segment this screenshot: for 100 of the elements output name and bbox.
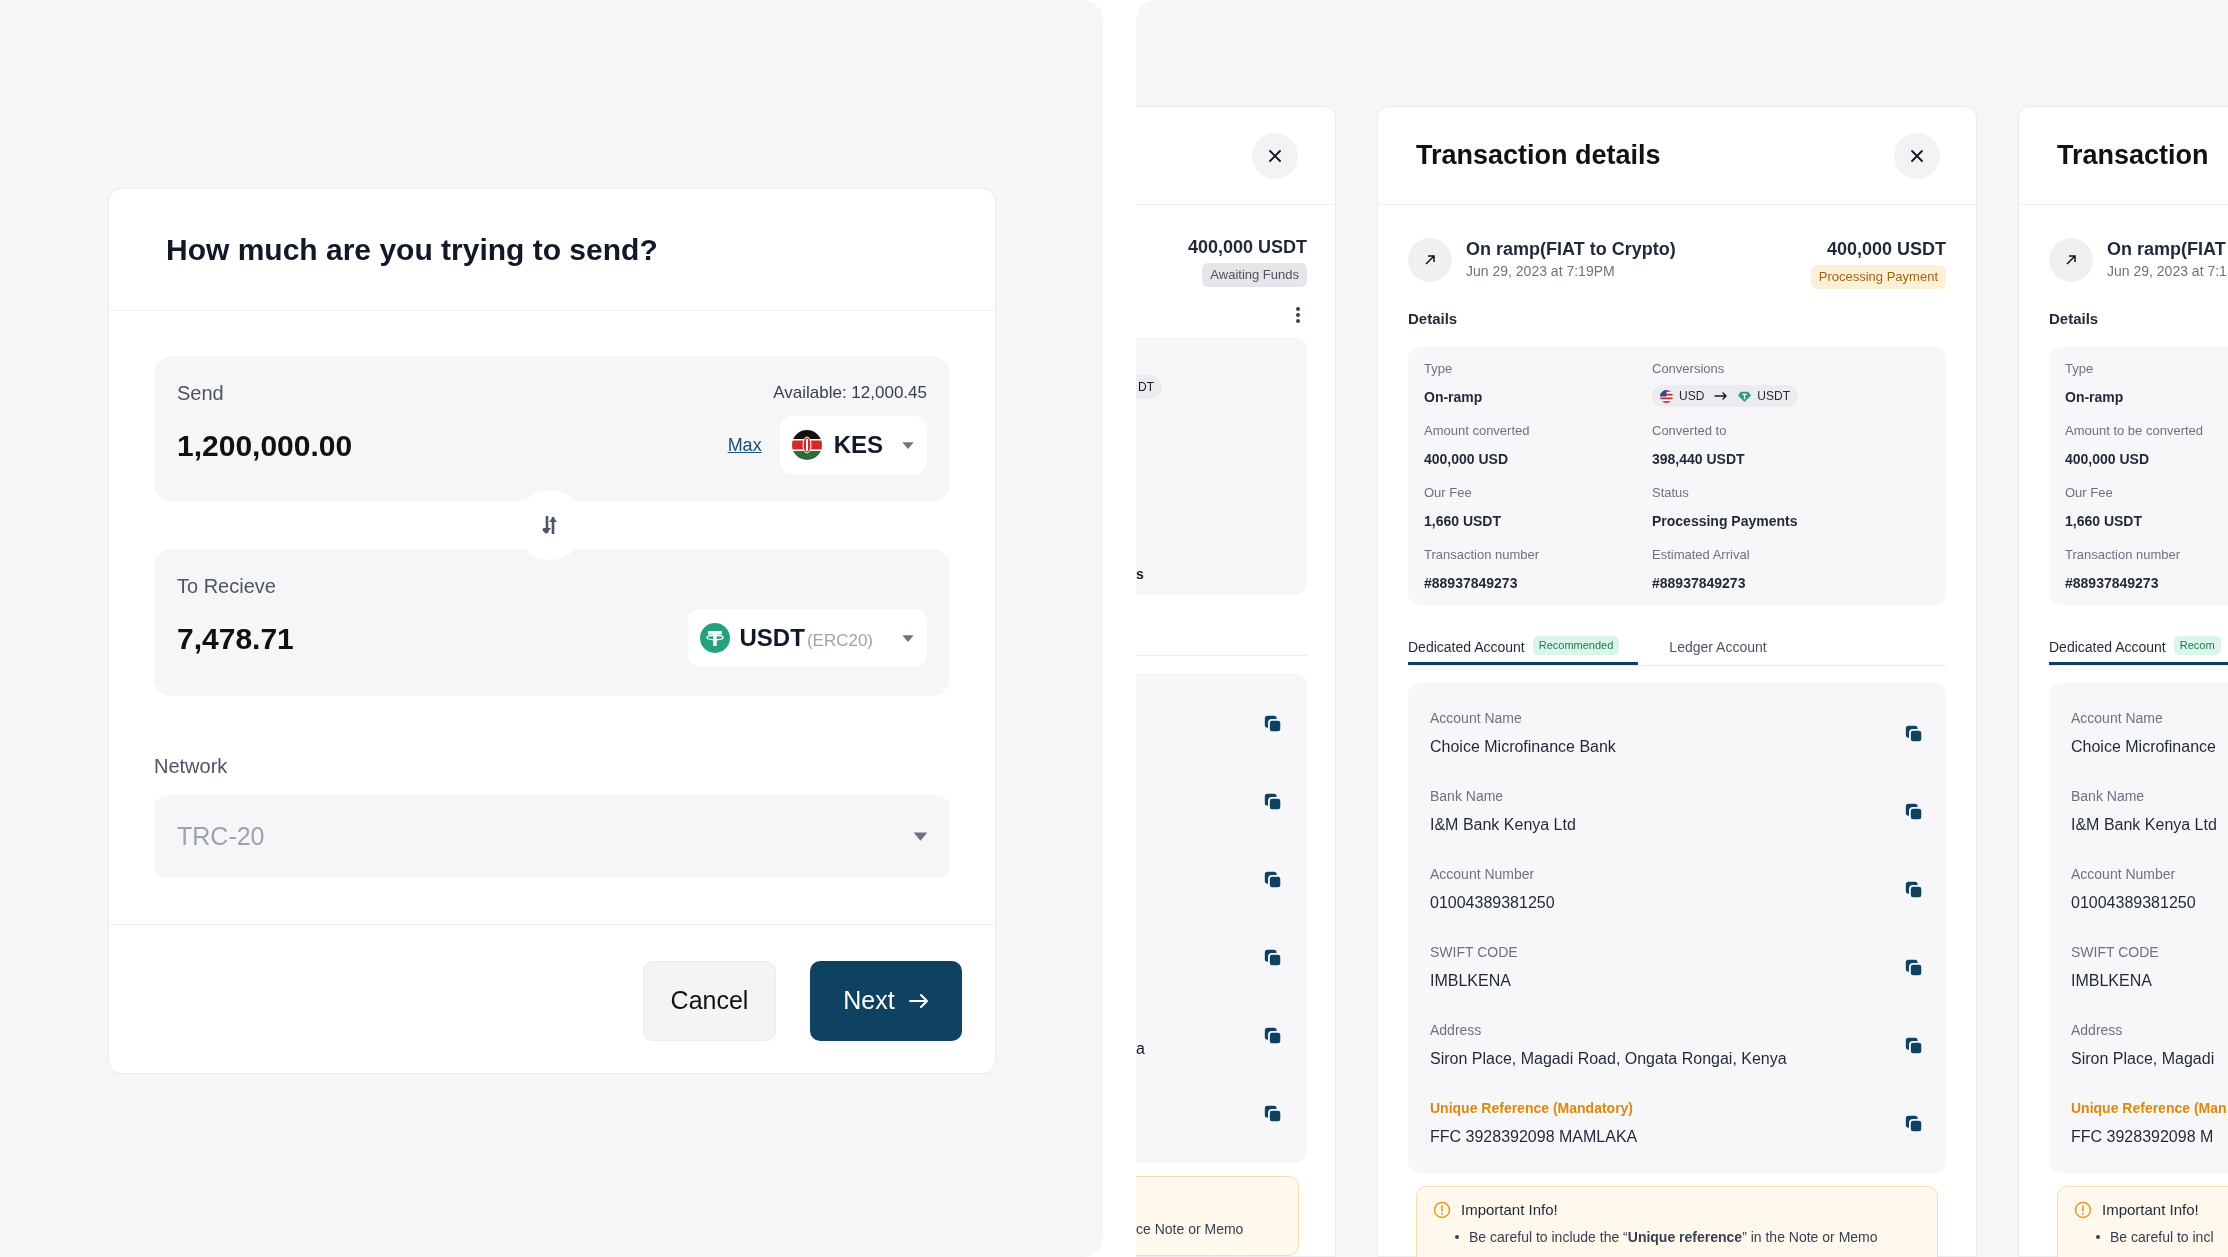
detail-label: Converted to <box>1652 422 1728 440</box>
copy-icon[interactable] <box>1904 1036 1924 1056</box>
transaction-title: On ramp(FIAT to Crypto) <box>1466 238 1676 261</box>
tab[interactable]: Dedicated Account Recom <box>2049 637 2228 665</box>
currency-code: KES <box>833 430 883 460</box>
detail-value: 398,440 USDT <box>1652 450 1746 469</box>
arrow-right-icon <box>908 994 929 1008</box>
amount-value: 400,000 USDT <box>1826 238 1946 261</box>
copy-icon[interactable] <box>1904 802 1924 822</box>
cancel-button[interactable]: Cancel <box>643 961 776 1041</box>
warning-icon <box>2074 1201 2092 1220</box>
field-value: IMBLKENA <box>2071 971 2153 991</box>
bullet-icon <box>2096 1235 2100 1239</box>
detail-label: Estimated Arrival <box>1652 546 1751 564</box>
detail-value: Processing Payments <box>1652 512 1799 531</box>
field-label: SWIFT CODE <box>1430 943 1518 961</box>
field-value: FFC 3928392098 MAMLAKA <box>1430 1127 1638 1147</box>
warning-icon <box>1433 1201 1451 1220</box>
copy-icon[interactable] <box>1263 713 1283 734</box>
copy-icon[interactable] <box>1904 1114 1924 1134</box>
detail-value: 400,000 USD <box>1424 450 1510 469</box>
bullet-icon <box>1455 1235 1459 1239</box>
field-value: FFC 3928392098 M <box>2071 1127 2215 1147</box>
currency-select[interactable]: KES <box>779 416 927 474</box>
detail-value: 1,660 USDT <box>1424 512 1503 531</box>
field-label: Account Name <box>2071 709 2164 727</box>
recommended-badge: Recom <box>2173 636 2221 655</box>
status-badge: Awaiting Funds <box>1202 263 1307 287</box>
amount-value: 400,000 USDT <box>1187 236 1307 259</box>
detail-value: On-ramp <box>2065 388 2125 407</box>
copy-icon[interactable] <box>1904 724 1924 744</box>
arrow-right-icon <box>1714 392 1729 400</box>
amount-value: 1,200,000.00 <box>177 427 353 464</box>
currency-code: USDT <box>1757 388 1790 405</box>
detail-value: 1,660 USDT <box>2065 512 2144 531</box>
close-button[interactable] <box>1894 132 1940 179</box>
detail-label: Type <box>2065 360 2095 378</box>
transaction-title: On ramp(FIAT <box>2107 238 2227 261</box>
max-link[interactable]: Max <box>727 431 762 459</box>
available-balance: Available: 12,000.45 <box>773 382 927 405</box>
copy-icon[interactable] <box>1263 947 1283 968</box>
recommended-badge: Recommended <box>1532 636 1620 655</box>
caret-icon <box>901 633 915 643</box>
field-label: Network <box>154 754 229 778</box>
info-title: Important Info! <box>2102 1200 2199 1220</box>
copy-icon[interactable] <box>1263 791 1283 812</box>
field-label: Unique Reference (Mandatory) <box>1430 1099 1635 1117</box>
detail-label: Conversions <box>1652 360 1726 378</box>
transaction-date: Jun 29, 2023 at 7:1 <box>2107 262 2227 281</box>
detail-label: Type <box>1424 360 1454 378</box>
conversion-chip: DT <box>1136 374 1162 399</box>
section-heading: Details <box>2049 309 2100 329</box>
detail-value: 400,000 USD <box>2065 450 2151 469</box>
copy-icon[interactable] <box>1904 880 1924 900</box>
tether-icon <box>699 623 730 653</box>
close-icon <box>1910 148 1924 163</box>
amount-value: 7,478.71 <box>177 620 294 657</box>
currency-select[interactable]: USDT(ERC20) <box>687 609 927 667</box>
detail-label: Transaction number <box>1424 546 1541 564</box>
detail-value: s <box>1136 564 1144 584</box>
close-button[interactable] <box>1252 132 1298 179</box>
field-value: Siron Place, Magadi <box>2071 1049 2215 1069</box>
detail-label: Amount converted <box>1424 422 1531 440</box>
info-text: ce Note or Memo <box>1136 1220 1244 1237</box>
copy-icon[interactable] <box>1263 1025 1283 1046</box>
field-label: To Recieve <box>177 574 277 599</box>
caret-icon <box>912 831 929 842</box>
panel-title: Transaction <box>2057 139 2209 173</box>
copy-icon[interactable] <box>1904 958 1924 978</box>
detail-value: #88937849273 <box>2065 574 2160 593</box>
field-label: Address <box>2071 1021 2124 1039</box>
field-label: Address <box>1430 1021 1483 1039</box>
field-value: 01004389381250 <box>2071 893 2196 913</box>
field-value: I&M Bank Kenya Ltd <box>1430 815 1576 835</box>
field-value: I&M Bank Kenya Ltd <box>2071 815 2217 835</box>
field-value: Siron Place, Magadi Road, Ongata Rongai, Kenya <box>1430 1049 1787 1069</box>
next-button[interactable]: Next <box>810 961 962 1041</box>
currency-network: (ERC20) <box>806 630 873 652</box>
info-text: Be careful to include the “Unique reference” in the Note or Memo <box>1469 1227 1878 1247</box>
copy-icon[interactable] <box>1263 1103 1283 1124</box>
field-label: SWIFT CODE <box>2071 943 2159 961</box>
detail-label: Amount to be converted <box>2065 422 2205 440</box>
field-value: IMBLKENA <box>1430 971 1512 991</box>
detail-value: #88937849273 <box>1424 574 1519 593</box>
detail-label: Status <box>1652 484 1690 502</box>
section-heading: Details <box>1408 309 1459 329</box>
field-value: Choice Microfinance Bank <box>1430 737 1616 757</box>
panel-title: Transaction details <box>1416 139 1661 173</box>
field-value: a <box>1136 1038 1145 1059</box>
tab[interactable]: Ledger Account <box>1658 637 1778 665</box>
field-label: Unique Reference (Man <box>2071 1099 2227 1117</box>
field-label: Bank Name <box>2071 787 2146 805</box>
tab[interactable]: Dedicated Account Recommended <box>1408 637 1638 665</box>
flag-icon <box>1660 389 1673 403</box>
dialog-title: How much are you trying to send? <box>166 232 658 268</box>
copy-icon[interactable] <box>1263 869 1283 890</box>
transaction-date: Jun 29, 2023 at 7:19PM <box>1466 262 1616 281</box>
currency-code: USD <box>1679 388 1705 405</box>
close-icon <box>1268 148 1282 163</box>
field-label: Account Number <box>2071 865 2177 883</box>
